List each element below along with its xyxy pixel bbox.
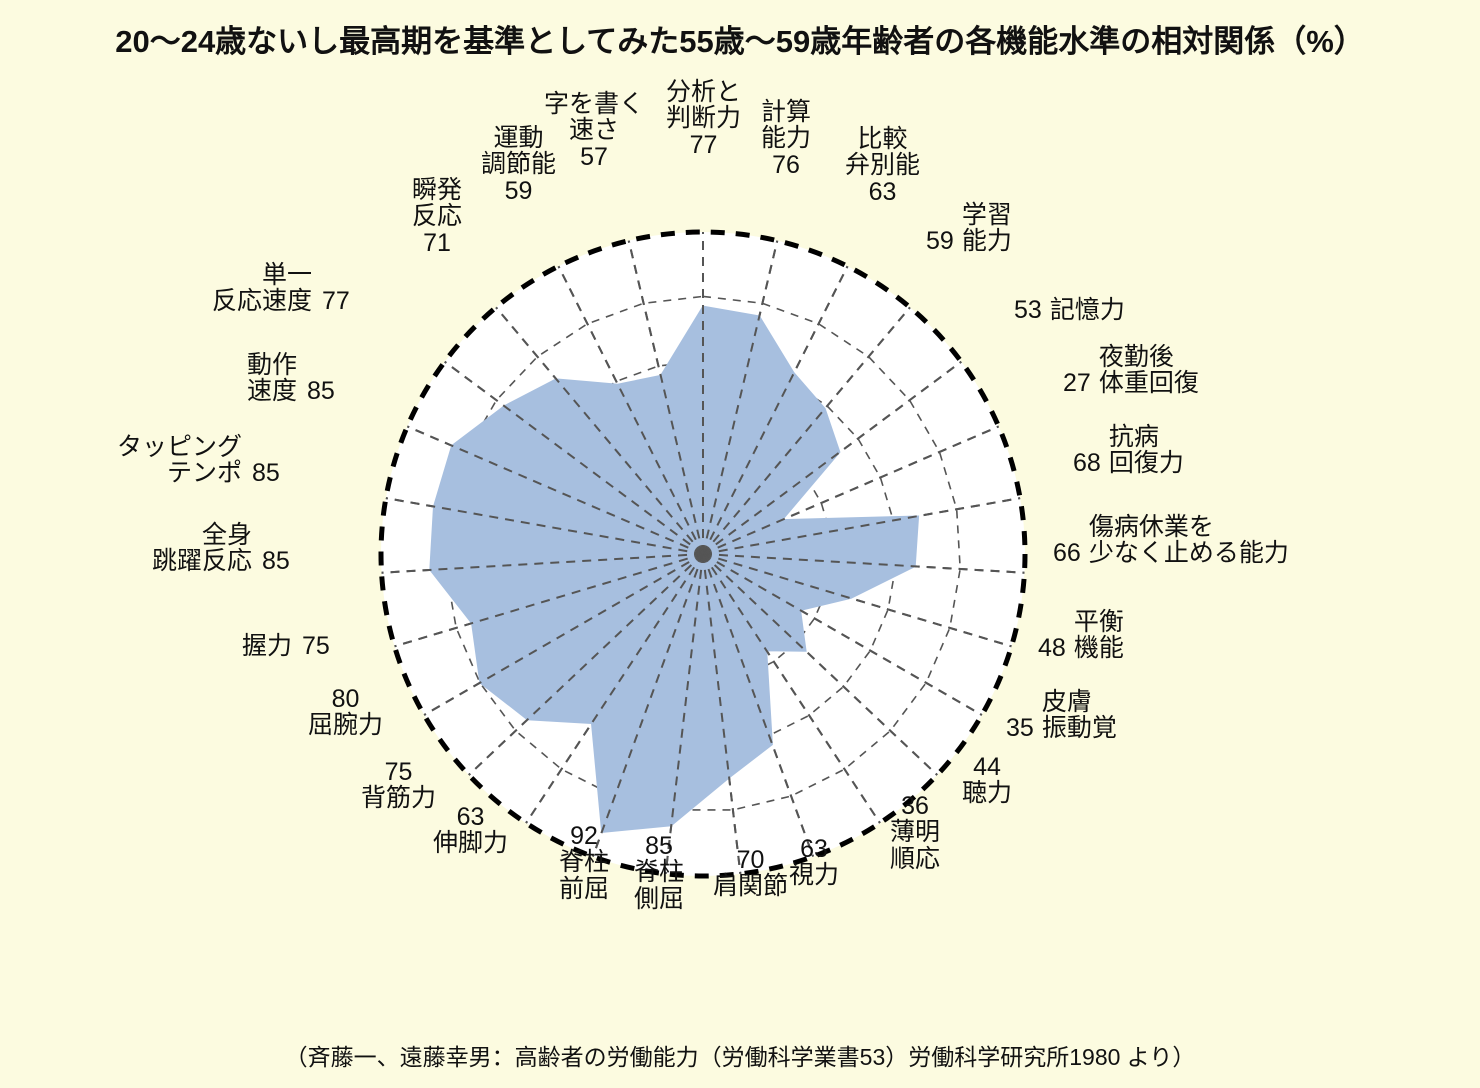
radar-plot-area — [378, 229, 1028, 879]
radar-axis-label: 66 傷病休業を 少なく止める能力 — [1053, 514, 1289, 567]
radar-axis-label-value: 77 — [689, 130, 718, 159]
radar-axis-label-value: 85 — [645, 832, 673, 860]
radar-axis-label-value: 71 — [423, 228, 451, 257]
radar-axis-label-name: 比較 弁別能 — [845, 125, 921, 180]
radar-axis-label: 70 肩関節 — [713, 847, 788, 900]
radar-axis-label-name: 瞬発 反応 — [412, 176, 463, 231]
radar-axis-label-name: 聴力 — [962, 779, 1013, 808]
radar-axis-label-value: 85 — [307, 377, 335, 406]
radar-axis-label-name: 抗病 回復力 — [1108, 423, 1184, 478]
radar-axis-label-value: 85 — [252, 459, 280, 488]
radar-axis-label: 比較 弁別能 63 — [845, 126, 920, 205]
radar-axis-label-value: 77 — [322, 287, 350, 316]
radar-axis-label: 字を書く 速さ 57 — [544, 91, 644, 170]
radar-axis-label: 27 夜勤後 体重回復 — [1063, 344, 1199, 397]
radar-axis-label-name: 薄明 順応 — [890, 818, 941, 873]
radar-axis-label-name: 伸脚力 — [433, 829, 509, 858]
radar-axis-label-name: 肩関節 — [713, 872, 789, 901]
radar-axis-label-value: 70 — [736, 846, 765, 874]
radar-axis-label: 単一 反応速度 77 — [212, 262, 350, 315]
radar-axis-label-name: 動作 速度 — [247, 351, 298, 406]
radar-axis-label: 63 伸脚力 — [433, 804, 508, 857]
radar-axis-label-name: 皮膚 振動覚 — [1041, 688, 1117, 743]
radar-axis-label-name: タッピング テンポ — [117, 433, 243, 488]
radar-axis-label: タッピング テンポ 85 — [117, 434, 280, 487]
radar-axis-label: 48 平衡 機能 — [1038, 609, 1124, 662]
radar-axis-label: 59 学習 能力 — [926, 202, 1012, 255]
radar-axis-label-value: 48 — [1038, 634, 1066, 663]
radar-axis-label: 63 視力 — [789, 836, 839, 889]
radar-axis-label-name: 計算 能力 — [761, 98, 812, 153]
radar-axis-label-name: 全身 跳躍反応 — [152, 521, 253, 576]
radar-axis-label-value: 36 — [901, 792, 929, 820]
radar-axis-label: 36 薄明 順応 — [890, 793, 940, 872]
radar-axis-label-value: 68 — [1073, 449, 1101, 478]
radar-axis-label-name: 記憶力 — [1049, 296, 1125, 324]
radar-axis-label: 80 屈腕力 — [308, 686, 383, 739]
radar-axis-label-name: 分析と 判断力 — [666, 78, 742, 133]
radar-axis-label-name: 単一 反応速度 — [212, 261, 313, 316]
radar-chart: 分析と 判断力 77 計算 能力 76 比較 弁別能 63 59 学習 能力 53 記憶力 27 夜勤後 体重回… — [0, 0, 1480, 1010]
radar-axis-label: 分析と 判断力 77 — [666, 79, 741, 158]
radar-axis-label: 瞬発 反応 71 — [412, 177, 462, 256]
radar-axis-label: 44 聴力 — [962, 754, 1012, 807]
radar-axis-label-value: 66 — [1053, 539, 1081, 568]
radar-axis-label-value: 75 — [384, 758, 413, 786]
radar-axis-label-name: 脊柱 前屈 — [559, 848, 610, 903]
radar-axis-label: 53 記憶力 — [1014, 296, 1125, 324]
radar-axis-label-value: 44 — [973, 753, 1001, 781]
radar-axis-label: 全身 跳躍反応 85 — [152, 522, 290, 575]
radar-axis-label-value: 53 — [1014, 296, 1042, 324]
radar-axis-label-name: 屈腕力 — [308, 711, 384, 740]
radar-axis-label-value: 35 — [1006, 714, 1034, 743]
radar-axis-label-value: 76 — [772, 150, 800, 179]
radar-axis-label-value: 59 — [926, 227, 954, 256]
radar-axis-label-name: 傷病休業を 少なく止める能力 — [1088, 513, 1289, 568]
radar-axis-label-value: 57 — [580, 142, 608, 171]
radar-axis-label-name: 視力 — [789, 861, 840, 890]
radar-axis-label: 35 皮膚 振動覚 — [1006, 689, 1117, 742]
radar-axis-label-name: 夜勤後 体重回復 — [1098, 343, 1199, 398]
radar-axis-label: 85 脊柱 側屈 — [634, 833, 684, 912]
radar-axis-label-value: 75 — [302, 632, 330, 660]
radar-axis-label-value: 63 — [868, 177, 897, 206]
radar-axis-label: 75 背筋力 — [361, 759, 436, 812]
radar-axis-label-value: 92 — [570, 822, 598, 850]
radar-axis-label-name: 背筋力 — [361, 784, 437, 813]
radar-axis-label-name: 字を書く 速さ — [544, 90, 645, 145]
radar-axis-label: 92 脊柱 前屈 — [559, 823, 609, 902]
radar-axis-label-name: 学習 能力 — [961, 201, 1012, 256]
radar-axis-label-name: 平衡 機能 — [1073, 608, 1124, 663]
radar-axis-label-value: 80 — [331, 685, 360, 713]
radar-axis-label: 計算 能力 76 — [761, 99, 811, 178]
radar-axis-label-name: 脊柱 側屈 — [634, 858, 685, 913]
radar-axis-label-value: 59 — [504, 176, 533, 205]
radar-axis-label-value: 63 — [456, 803, 485, 831]
radar-axis-label-value: 63 — [800, 835, 828, 863]
chart-source-note: （斉藤一、遠藤幸男：高齢者の労働能力（労働科学業書53）労働科学研究所1980 … — [284, 1044, 1196, 1070]
radar-axis-label-value: 27 — [1063, 369, 1091, 398]
radar-axis-label-name: 握力 — [242, 632, 293, 660]
radar-axis-label-value: 85 — [262, 547, 290, 576]
radar-axis-label: 動作 速度 85 — [247, 352, 335, 405]
radar-axis-label: 68 抗病 回復力 — [1073, 424, 1184, 477]
radar-axis-label: 握力 75 — [242, 632, 330, 660]
